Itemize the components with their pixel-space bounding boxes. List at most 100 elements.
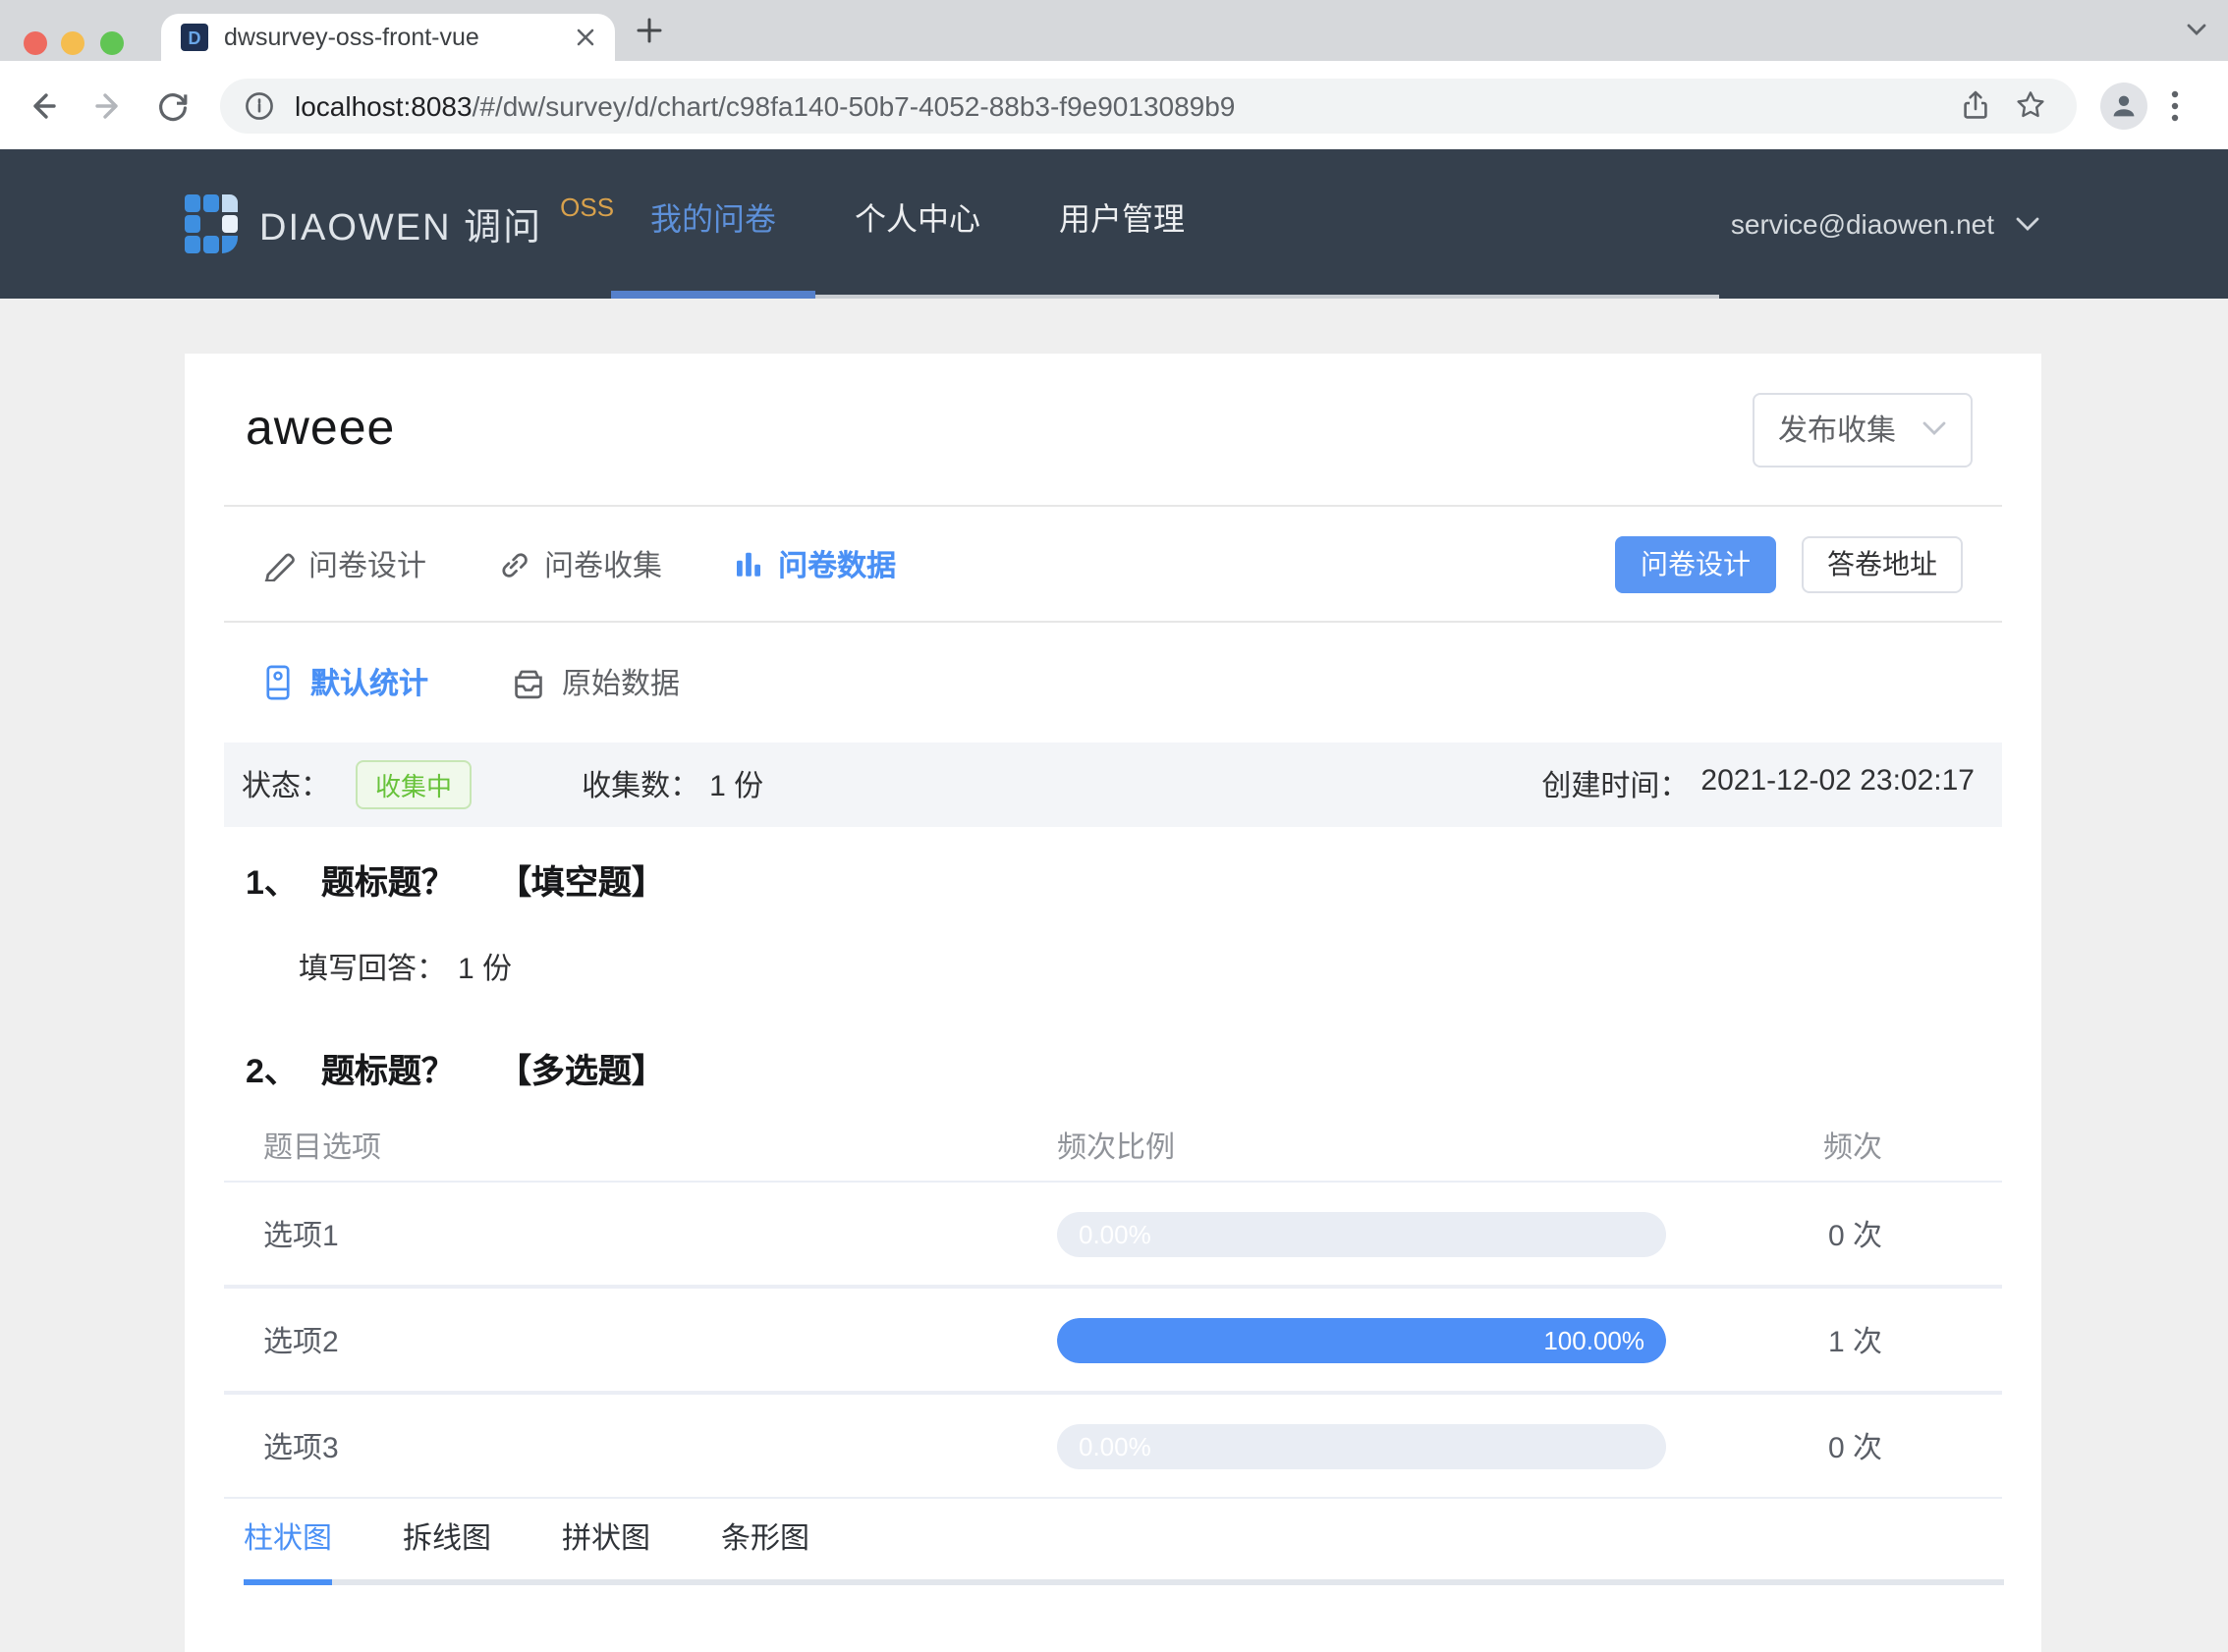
tab-bar-chart[interactable]: 条形图 [721,1499,809,1585]
tab-default-stats[interactable]: 默认统计 [261,662,428,703]
tag-icon [261,664,295,701]
browser-profile-avatar[interactable] [2100,82,2147,129]
tab-line-chart[interactable]: 拆线图 [403,1499,491,1585]
question-1-index: 1、 [246,864,298,902]
tab-survey-collect-label: 问卷收集 [544,549,663,582]
option-label: 选项2 [263,1325,339,1358]
link-icon [497,547,530,580]
new-tab-button[interactable] [637,18,662,43]
action-buttons: 问卷设计 答卷地址 [1615,535,1963,592]
nav-item-personal-center[interactable]: 个人中心 [815,149,1020,299]
question-2-title: 题标题？ [320,1053,455,1090]
window-close-button[interactable] [24,31,47,55]
tab-survey-collect[interactable]: 问卷收集 [497,543,662,584]
chart-type-tabs: 柱状图 拆线图 拼状图 条形图 [244,1499,2004,1585]
survey-section-tabs: 问卷设计 问卷收集 问卷数据 问卷设计 答卷地址 [185,507,2041,621]
url-host: localhost:8083 [295,89,473,121]
question-1-title: 题标题？ [320,864,455,902]
account-chevron-down-icon [2014,214,2041,234]
tab-survey-data[interactable]: 问卷数据 [733,543,896,584]
favicon-icon: D [181,24,208,51]
tab-overview-chevron-icon[interactable] [2185,20,2208,39]
question-2-index: 2、 [246,1053,298,1090]
percent-bar: 100.00% [1057,1317,1666,1362]
reload-button[interactable] [149,82,196,129]
percent-bar: 0.00% [1057,1423,1666,1468]
question-1-answer: 填写回答： 1 份 [299,945,2041,996]
tab-column-chart[interactable]: 柱状图 [244,1499,332,1585]
percent-bar: 0.00% [1057,1211,1666,1256]
stats-tabs: 默认统计 原始数据 [185,623,2041,743]
browser-window: D dwsurvey-oss-front-vue localhost:8083/… [0,0,2228,1652]
question-1-type: 【填空题】 [497,864,665,902]
nav-item-my-surveys[interactable]: 我的问卷 [611,149,815,299]
count-value: 1 次 [1827,1325,1882,1358]
publish-collect-select[interactable]: 发布收集 [1753,392,1973,467]
tab-survey-design[interactable]: 问卷设计 [261,543,426,584]
table-header-row: 题目选项 频次比例 频次 [224,1110,2002,1181]
survey-design-button[interactable]: 问卷设计 [1615,535,1776,592]
question-1-heading: 1、 题标题？ 【填空题】 [246,854,2041,913]
diaowen-logo-icon [185,194,238,253]
bar-label: 100.00% [1543,1325,1644,1354]
bar-chart-icon [733,548,764,579]
options-table: 题目选项 频次比例 频次 选项1 0.00% 0 次 选项2 100.00% 1… [224,1110,2002,1499]
created-time-value: 2021-12-02 23:02:17 [1700,764,1975,798]
tab-title: dwsurvey-oss-front-vue [224,24,479,51]
app-header: DIAOWEN 调问 OSS 我的问卷 个人中心 用户管理 service@di… [0,149,2228,299]
table-row: 选项3 0.00% 0 次 [224,1393,2002,1499]
created-time: 创建时间： 2021-12-02 23:02:17 [1541,764,1975,805]
publish-collect-value: 发布收集 [1778,414,1897,448]
collect-count-label: 收集数： [582,770,700,803]
table-row: 选项1 0.00% 0 次 [224,1181,2002,1287]
status-label: 状态： [242,770,331,803]
browser-tab[interactable]: D dwsurvey-oss-front-vue [161,14,615,61]
url-text[interactable]: localhost:8083/#/dw/survey/d/chart/c98fa… [295,89,1943,121]
account-email: service@diaowen.net [1730,208,1994,240]
survey-title: aweee [246,401,396,456]
header-percent: 频次比例 [1057,1130,1176,1164]
browser-toolbar: localhost:8083/#/dw/survey/d/chart/c98fa… [0,61,2228,149]
app-logo[interactable]: DIAOWEN 调问 OSS [185,149,614,299]
forward-button[interactable] [84,82,132,129]
answer-label: 填写回答： [299,953,447,986]
answer-url-button[interactable]: 答卷地址 [1802,535,1963,592]
main-nav: 我的问卷 个人中心 用户管理 [611,149,1719,299]
tab-pie-chart[interactable]: 拼状图 [562,1499,650,1585]
nav-item-user-management[interactable]: 用户管理 [1020,149,1224,299]
brand-name: DIAOWEN 调问 [259,207,543,248]
survey-title-row: aweee 发布收集 [185,354,2041,505]
option-label: 选项3 [263,1431,339,1464]
survey-card: aweee 发布收集 问卷设计 问卷收集 问卷数据 问卷设计 答卷地址 默认统计… [185,354,2041,1652]
header-count: 频次 [1822,1130,1882,1164]
tab-raw-data[interactable]: 原始数据 [511,662,680,703]
question-2-type: 【多选题】 [497,1053,665,1090]
question-2-heading: 2、 题标题？ 【多选题】 [246,1043,2041,1102]
brand-suffix: OSS [560,192,615,221]
back-button[interactable] [20,82,67,129]
window-zoom-button[interactable] [100,31,124,55]
tab-close-icon[interactable] [576,28,595,47]
url-path: /#/dw/survey/d/chart/c98fa140-50b7-4052-… [472,89,1236,121]
share-icon[interactable] [1951,82,1998,129]
bar-label: 0.00% [1079,1431,1151,1460]
url-bar[interactable]: localhost:8083/#/dw/survey/d/chart/c98fa… [220,78,2077,133]
browser-menu-icon[interactable] [2171,89,2179,121]
option-label: 选项1 [263,1219,339,1252]
status-badge: 收集中 [356,760,473,809]
collect-count-value: 1 份 [709,770,764,803]
count-value: 0 次 [1827,1219,1882,1252]
browser-tabstrip: D dwsurvey-oss-front-vue [0,0,2228,61]
header-option: 题目选项 [263,1130,382,1164]
site-info-icon[interactable] [244,89,275,121]
bar-label: 0.00% [1079,1219,1151,1248]
window-minimize-button[interactable] [61,31,84,55]
table-row: 选项2 100.00% 1 次 [224,1287,2002,1393]
answer-value: 1 份 [458,953,513,986]
account-menu[interactable]: service@diaowen.net [1731,149,2041,299]
select-chevron-down-icon [1922,421,1946,435]
page-background: aweee 发布收集 问卷设计 问卷收集 问卷数据 问卷设计 答卷地址 默认统计… [0,299,2228,1652]
created-time-label: 创建时间： [1541,770,1690,803]
status-bar: 状态： 收集中 收集数： 1 份 创建时间： 2021-12-02 23:02:… [224,743,2002,827]
bookmark-star-icon[interactable] [2006,82,2053,129]
